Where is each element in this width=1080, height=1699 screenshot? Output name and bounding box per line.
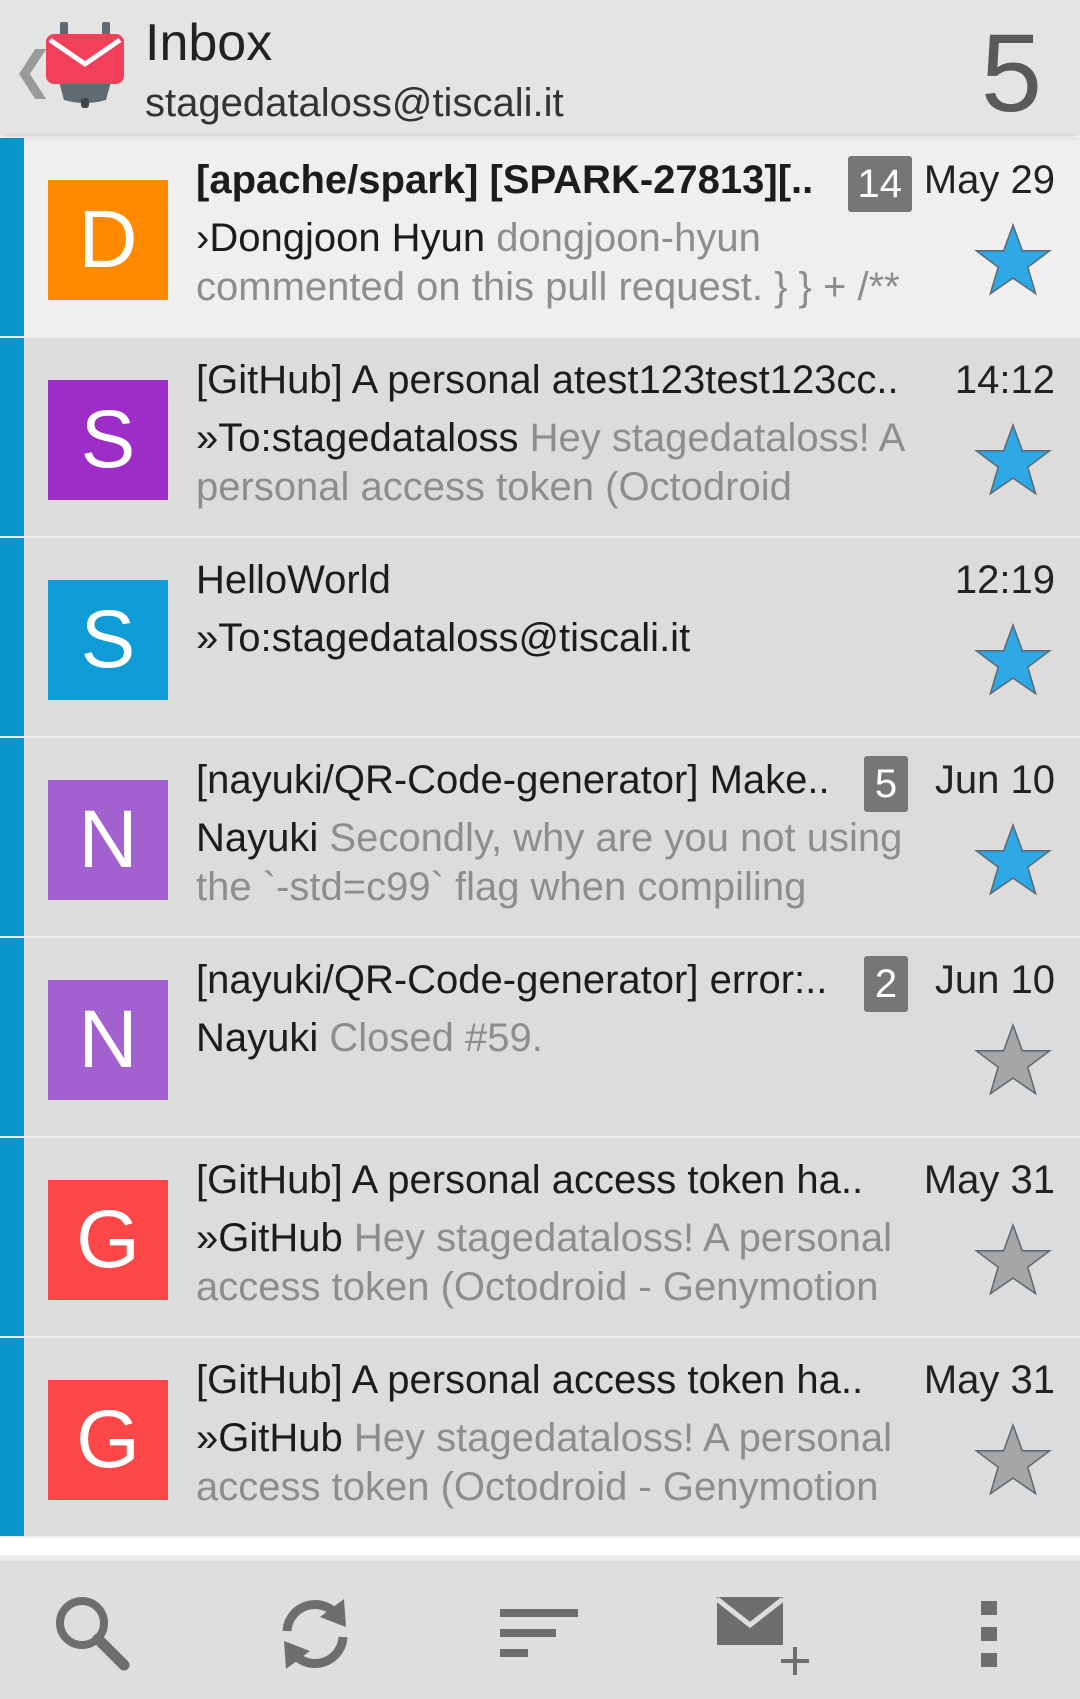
message-row[interactable]: G [GitHub] A personal access token ha.. …	[0, 1138, 1080, 1338]
message-row[interactable]: N [nayuki/QR-Code-generator] Make.. 5 Ju…	[0, 738, 1080, 938]
bottom-action-bar	[0, 1561, 1080, 1699]
unread-indicator-stripe	[0, 138, 24, 336]
unread-indicator-stripe	[0, 338, 24, 536]
star-icon[interactable]	[974, 1422, 1052, 1496]
message-row[interactable]: N [nayuki/QR-Code-generator] error:.. 2 …	[0, 938, 1080, 1138]
message-subject: [GitHub] A personal atest123test123cc..	[196, 358, 899, 402]
refresh-icon[interactable]	[270, 1589, 360, 1679]
message-preview: ›Dongjoon Hyun dongjoon-hyun commented o…	[196, 214, 936, 312]
message-date: Jun 10	[934, 958, 1055, 1002]
message-sender: ›Dongjoon Hyun	[196, 216, 486, 260]
page-title: Inbox	[145, 14, 273, 72]
message-preview: »To:stagedataloss Hey stagedataloss! A p…	[196, 414, 936, 512]
unread-count: 5	[980, 12, 1042, 135]
unread-indicator-stripe	[0, 738, 24, 936]
message-sender: »GitHub	[196, 1416, 343, 1460]
app-header: ❮ Inbox stagedataloss@tiscali.it 5	[0, 0, 1080, 134]
compose-icon[interactable]	[715, 1589, 815, 1679]
message-subject: [GitHub] A personal access token ha..	[196, 1358, 864, 1402]
message-subject: [GitHub] A personal access token ha..	[196, 1158, 864, 1202]
thread-count-badge: 2	[864, 956, 908, 1012]
message-date: Jun 10	[934, 758, 1055, 802]
message-preview: Nayuki Closed #59.	[196, 1014, 936, 1063]
message-sender: »GitHub	[196, 1216, 343, 1260]
message-row[interactable]: G [GitHub] A personal access token ha.. …	[0, 1338, 1080, 1538]
message-sender: »To:stagedataloss	[196, 416, 519, 460]
account-email: stagedataloss@tiscali.it	[145, 81, 564, 125]
message-sender: Nayuki	[196, 816, 319, 860]
sender-avatar: D	[48, 180, 168, 300]
message-date: 14:12	[954, 358, 1055, 402]
message-list: D [apache/spark] [SPARK-27813][.. 14 May…	[0, 138, 1080, 1538]
message-date: May 29	[923, 158, 1055, 202]
unread-indicator-stripe	[0, 938, 24, 1136]
unread-indicator-stripe	[0, 1338, 24, 1536]
message-date: May 31	[923, 1358, 1055, 1402]
message-subject: [apache/spark] [SPARK-27813][..	[196, 158, 814, 202]
message-preview: »GitHub Hey stagedataloss! A personal ac…	[196, 1214, 936, 1312]
sender-avatar: S	[48, 580, 168, 700]
thread-count-badge: 5	[864, 756, 908, 812]
sender-avatar: S	[48, 380, 168, 500]
star-icon[interactable]	[974, 422, 1052, 496]
star-icon[interactable]	[974, 222, 1052, 296]
message-preview: »GitHub Hey stagedataloss! A personal ac…	[196, 1414, 936, 1512]
message-date: May 31	[923, 1158, 1055, 1202]
star-icon[interactable]	[974, 1022, 1052, 1096]
message-subject: [nayuki/QR-Code-generator] error:..	[196, 958, 828, 1002]
thread-count-badge: 14	[847, 156, 912, 212]
unread-indicator-stripe	[0, 1138, 24, 1336]
sender-avatar: N	[48, 780, 168, 900]
message-row[interactable]: S [GitHub] A personal atest123test123cc.…	[0, 338, 1080, 538]
message-sender: »To:stagedataloss@tiscali.it	[196, 616, 691, 660]
message-subject: [nayuki/QR-Code-generator] Make..	[196, 758, 830, 802]
message-sender: Nayuki	[196, 1016, 319, 1060]
star-icon[interactable]	[974, 622, 1052, 696]
message-snippet: Closed #59.	[329, 1016, 543, 1060]
k9-mail-logo-icon[interactable]	[44, 20, 126, 110]
star-icon[interactable]	[974, 1222, 1052, 1296]
sort-icon[interactable]	[495, 1589, 585, 1679]
message-preview: Nayuki Secondly, why are you not using t…	[196, 814, 936, 912]
sender-avatar: G	[48, 1180, 168, 1300]
message-row[interactable]: S HelloWorld 12:19 »To:stagedataloss@tis…	[0, 538, 1080, 738]
message-preview: »To:stagedataloss@tiscali.it	[196, 614, 936, 663]
sender-avatar: N	[48, 980, 168, 1100]
message-subject: HelloWorld	[196, 558, 391, 602]
star-icon[interactable]	[974, 822, 1052, 896]
unread-indicator-stripe	[0, 538, 24, 736]
message-row[interactable]: D [apache/spark] [SPARK-27813][.. 14 May…	[0, 138, 1080, 338]
message-date: 12:19	[954, 558, 1055, 602]
sender-avatar: G	[48, 1380, 168, 1500]
overflow-menu-icon[interactable]	[960, 1589, 1020, 1679]
search-icon[interactable]	[48, 1589, 138, 1679]
